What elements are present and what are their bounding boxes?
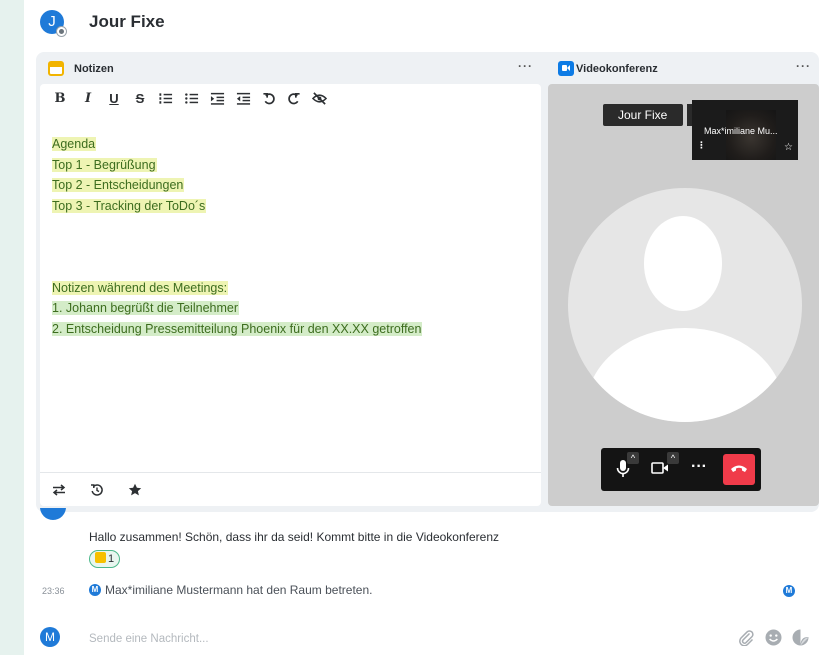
star-icon[interactable] <box>128 483 142 497</box>
outdent-icon[interactable] <box>236 91 252 107</box>
read-receipt-avatar[interactable]: M <box>783 585 795 597</box>
video-widget-menu-button[interactable]: ··· <box>796 59 811 73</box>
composer-user-avatar[interactable]: M <box>40 627 60 647</box>
editor-line: 2. Entscheidung Pressemitteilung Phoenix… <box>52 319 532 340</box>
underline-button[interactable]: U <box>106 91 122 107</box>
message-input[interactable] <box>89 630 719 648</box>
notes-icon <box>48 61 64 76</box>
video-widget-title: Videokonferenz <box>576 63 658 75</box>
editor-line: Agenda <box>52 134 532 155</box>
strikethrough-button[interactable]: S <box>132 91 148 107</box>
hang-up-phone-icon <box>731 465 747 472</box>
attachment-paperclip-icon[interactable] <box>738 629 755 647</box>
camera-options-chevron-up-icon[interactable]: ^ <box>667 452 679 464</box>
conference-controls: ^ ^ ··· <box>601 448 761 491</box>
italic-button[interactable]: I <box>80 91 96 107</box>
widget-area: Notizen ··· B I U S Agenda Top 1 - Begrü… <box>36 52 819 512</box>
avatar-head-shape <box>644 216 722 311</box>
bold-button[interactable]: B <box>52 91 68 107</box>
participant-placeholder-avatar <box>568 188 802 422</box>
conference-room-label: Jour Fixe <box>603 104 683 126</box>
video-widget-header: Videokonferenz ··· <box>548 52 819 84</box>
camera-icon[interactable] <box>651 461 669 475</box>
editor-line: Top 1 - Begrüßung <box>52 155 532 176</box>
editor-line: Top 3 - Tracking der ToDo´s <box>52 196 532 217</box>
event-timestamp: 23:36 <box>42 586 65 596</box>
emoji-icon[interactable] <box>765 629 782 646</box>
note-text: Top 1 - Begrüßung <box>52 157 157 172</box>
participant-thumbnail[interactable]: Max*imiliane Mu... ⋮ ☆ <box>692 100 798 160</box>
editor-line: 1. Johann begrüßt die Teilnehmer <box>52 298 532 319</box>
room-status-badge <box>56 26 67 37</box>
note-text: Top 2 - Entscheidungen <box>52 178 185 192</box>
history-icon[interactable] <box>90 483 104 497</box>
room-header: J Jour Fixe <box>24 0 826 46</box>
notes-editor-panel: B I U S Agenda Top 1 - Begrüßung Top 2 -… <box>40 84 541 506</box>
app: J Jour Fixe Notizen ··· B I U S Agenda T… <box>24 0 826 655</box>
note-text: Agenda <box>52 137 97 151</box>
note-text: Top 3 - Tracking der ToDo´s <box>52 198 207 213</box>
message-body: Hallo zusammen! Schön, dass ihr da seid!… <box>89 530 499 544</box>
video-conference-stage: Jour Fixe Max*imiliane Mu... ⋮ ☆ ^ ^ ··· <box>548 84 819 506</box>
swap-icon[interactable] <box>52 483 66 497</box>
avatar-shoulders-shape <box>586 328 784 422</box>
participant-menu-icon[interactable]: ⋮ <box>697 140 706 151</box>
indent-icon[interactable] <box>210 91 226 107</box>
notes-editor-content[interactable]: Agenda Top 1 - Begrüßung Top 2 - Entsche… <box>52 134 532 339</box>
note-text: Notizen während des Meetings: <box>52 280 229 295</box>
participant-name: Max*imiliane Mu... <box>704 126 778 136</box>
notes-footer <box>40 472 541 506</box>
participant-pin-star-icon[interactable]: ☆ <box>784 142 793 153</box>
editor-toolbar: B I U S <box>40 84 541 114</box>
thumbs-up-icon <box>95 552 106 563</box>
editor-line: Top 2 - Entscheidungen <box>52 175 532 196</box>
reaction-count: 1 <box>108 553 115 565</box>
ordered-list-icon[interactable] <box>158 91 174 107</box>
more-options-icon[interactable]: ··· <box>691 458 707 476</box>
bullet-list-icon[interactable] <box>184 91 200 107</box>
notes-widget-title: Notizen <box>74 63 114 75</box>
video-camera-icon <box>558 61 574 76</box>
redo-icon[interactable] <box>286 91 302 107</box>
membership-event-text: Max*imiliane Mustermann hat den Raum bet… <box>105 583 373 597</box>
undo-icon[interactable] <box>262 91 278 107</box>
hang-up-button[interactable] <box>723 454 755 485</box>
reaction-thumbs-up[interactable]: 1 <box>89 550 121 568</box>
hide-formatting-icon[interactable] <box>312 91 328 107</box>
notes-widget-header: Notizen ··· <box>36 52 541 84</box>
notes-widget-menu-button[interactable]: ··· <box>518 59 533 73</box>
event-user-avatar[interactable]: M <box>89 584 101 596</box>
editor-line: Notizen während des Meetings: <box>52 278 532 299</box>
note-text: 1. Johann begrüßt die Teilnehmer <box>52 301 239 315</box>
room-title[interactable]: Jour Fixe <box>89 12 165 32</box>
note-text: 2. Entscheidung Pressemitteilung Phoenix… <box>52 321 423 336</box>
message-sender-avatar[interactable] <box>40 508 66 520</box>
microphone-options-chevron-up-icon[interactable]: ^ <box>627 452 639 464</box>
sticker-icon[interactable] <box>792 629 809 646</box>
